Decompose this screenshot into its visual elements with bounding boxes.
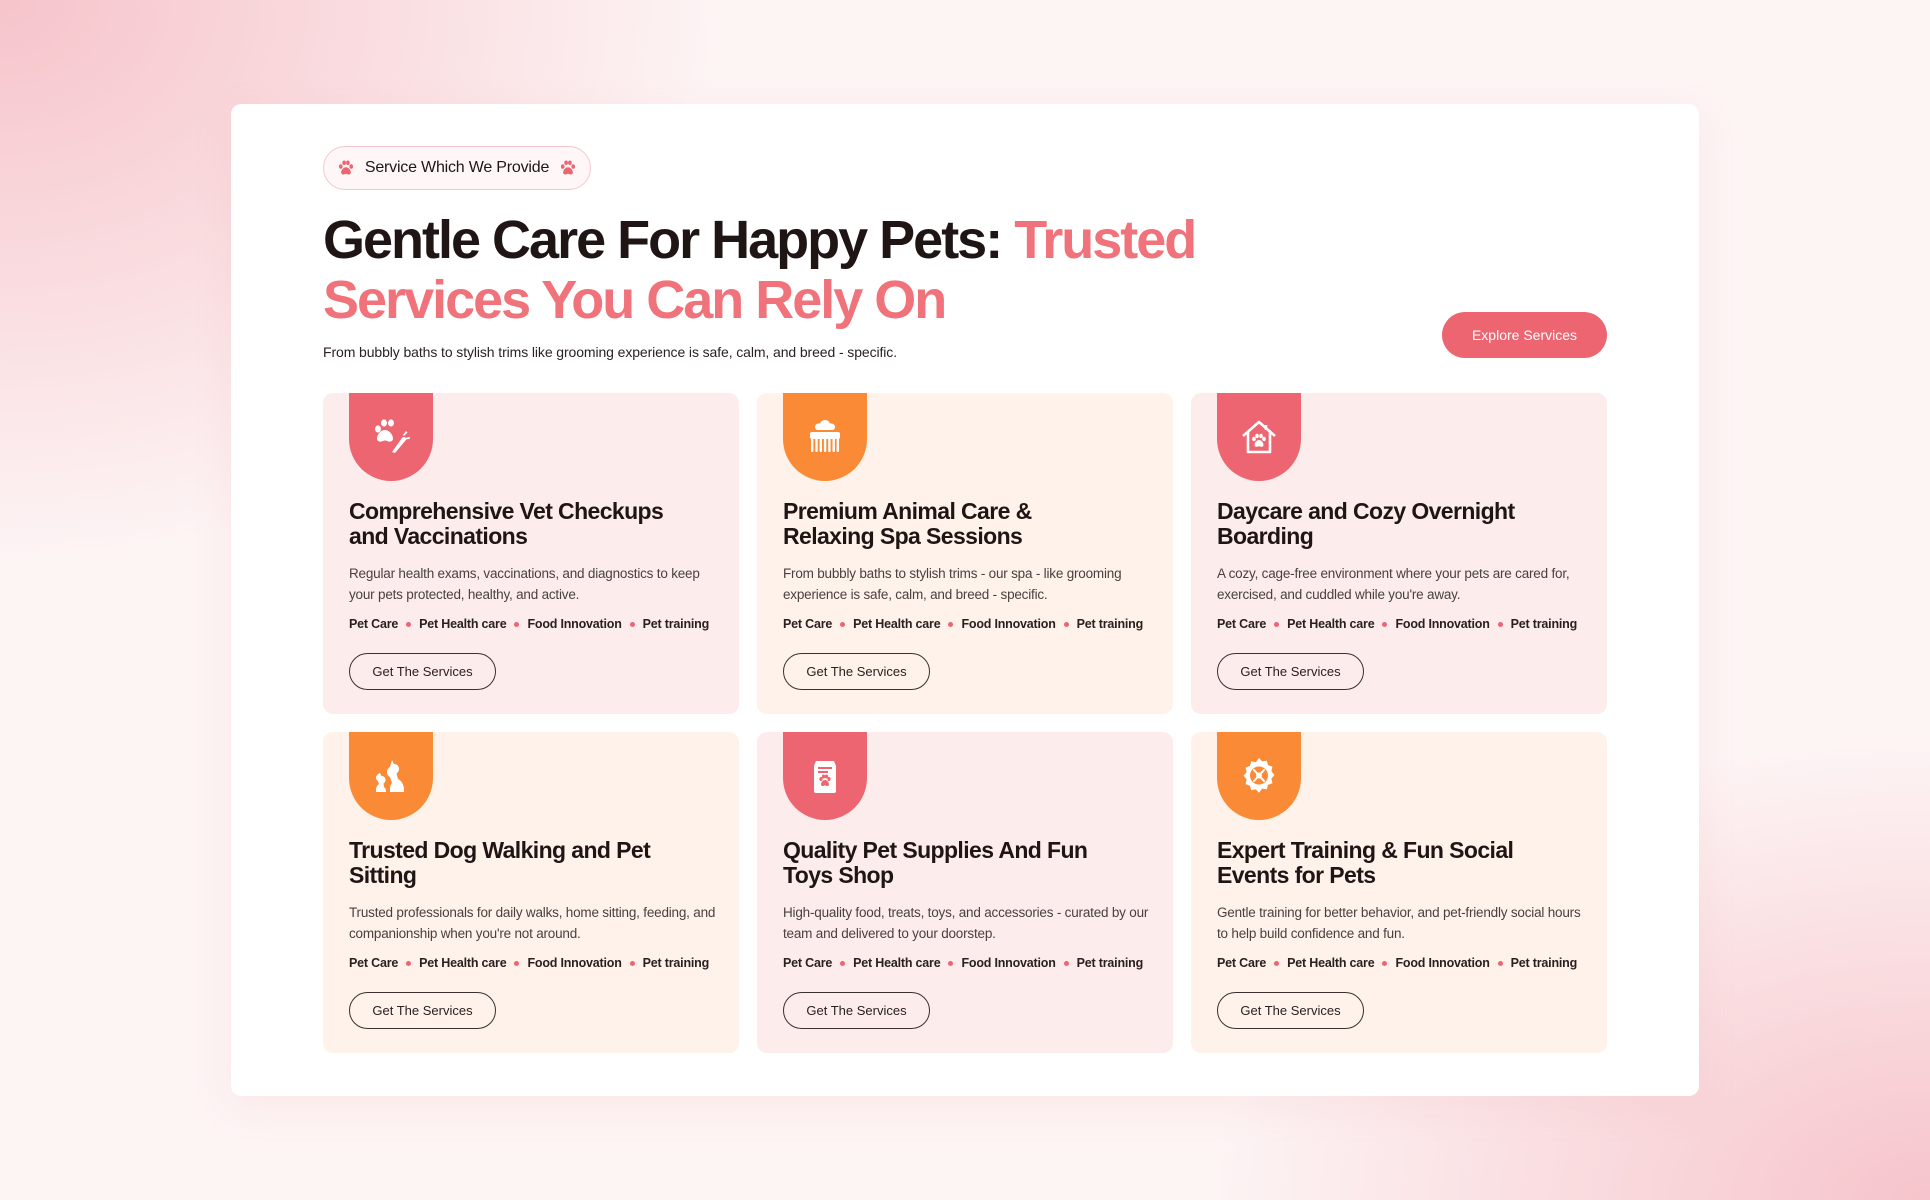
card-tags: Pet Care Pet Health care Food Innovation… — [1217, 617, 1577, 631]
card-tags: Pet Care Pet Health care Food Innovation… — [349, 617, 709, 631]
tag-separator — [948, 960, 954, 966]
badge-label: Service Which We Provide — [364, 159, 550, 176]
tag: Food Innovation — [1395, 617, 1490, 631]
explore-services-button[interactable]: Explore Services — [1442, 312, 1607, 358]
tag: Pet Care — [349, 617, 399, 631]
tag-separator — [840, 621, 846, 627]
tag-separator — [406, 621, 412, 627]
tag: Pet training — [1510, 617, 1578, 631]
tag: Pet Health care — [1287, 617, 1375, 631]
tag-separator — [1382, 960, 1388, 966]
tag-separator — [629, 960, 635, 966]
icon-tab — [1217, 393, 1301, 481]
icon-tab — [1217, 732, 1301, 820]
service-card-training-events: Expert Training & Fun Social Events for … — [1191, 732, 1607, 1053]
icon-tab — [783, 393, 867, 481]
section-badge: Service Which We Provide — [323, 146, 591, 190]
tag-separator — [514, 621, 520, 627]
tag: Pet training — [642, 617, 710, 631]
tag-separator — [1382, 621, 1388, 627]
tag-separator — [406, 960, 412, 966]
get-services-button[interactable]: Get The Services — [349, 992, 496, 1029]
tag-separator — [1274, 960, 1280, 966]
get-services-button[interactable]: Get The Services — [1217, 653, 1364, 690]
tag-separator — [840, 960, 846, 966]
tag-separator — [1274, 621, 1280, 627]
paw-icon — [338, 160, 353, 175]
tag: Food Innovation — [961, 617, 1056, 631]
pet-house-icon — [1242, 420, 1276, 454]
tag: Food Innovation — [527, 956, 622, 970]
get-services-button[interactable]: Get The Services — [783, 653, 930, 690]
paw-carrot-icon — [375, 419, 410, 453]
grooming-comb-icon — [810, 420, 840, 452]
card-tags: Pet Care Pet Health care Food Innovation… — [1217, 956, 1577, 970]
card-description: From bubbly baths to stylish trims - our… — [783, 566, 1122, 602]
tag: Pet training — [1510, 956, 1578, 970]
card-description: High-quality food, treats, toys, and acc… — [783, 905, 1149, 941]
dog-cat-icon — [376, 760, 404, 792]
card-description: Regular health exams, vaccinations, and … — [349, 566, 700, 602]
tag: Pet Health care — [1287, 956, 1375, 970]
service-card-vet-checkups: Comprehensive Vet Checkups and Vaccinati… — [323, 393, 739, 714]
icon-tab — [349, 393, 433, 481]
tag: Pet training — [642, 956, 710, 970]
service-card-supplies-shop: Quality Pet Supplies And Fun Toys Shop H… — [757, 732, 1173, 1053]
services-panel: Service Which We Provide Gentle Care For… — [231, 104, 1699, 1096]
card-tags: Pet Care Pet Health care Food Innovation… — [349, 956, 709, 970]
tag: Pet Health care — [419, 956, 507, 970]
tag-separator — [1063, 621, 1069, 627]
get-services-button[interactable]: Get The Services — [349, 653, 496, 690]
tag: Pet Care — [783, 617, 833, 631]
tag-separator — [629, 621, 635, 627]
card-title: Quality Pet Supplies And Fun Toys Shop — [783, 837, 1088, 888]
training-badge-icon — [1243, 758, 1275, 793]
card-title: Expert Training & Fun Social Events for … — [1217, 837, 1514, 888]
card-description: A cozy, cage-free environment where your… — [1217, 566, 1570, 602]
tag: Pet Care — [783, 956, 833, 970]
card-title: Daycare and Cozy Overnight Boarding — [1217, 498, 1515, 549]
tag: Pet Health care — [853, 956, 941, 970]
page-subtitle: From bubbly baths to stylish trims like … — [323, 344, 897, 360]
get-services-button[interactable]: Get The Services — [783, 992, 930, 1029]
tag: Food Innovation — [527, 617, 622, 631]
card-description: Trusted professionals for daily walks, h… — [349, 905, 716, 941]
service-card-dog-walking: Trusted Dog Walking and Pet Sitting Trus… — [323, 732, 739, 1053]
tag: Pet Care — [1217, 617, 1267, 631]
tag: Pet Care — [349, 956, 399, 970]
headline-dark: Gentle Care For Happy Pets: — [323, 210, 1015, 270]
card-title: Premium Animal Care & Relaxing Spa Sessi… — [783, 498, 1032, 549]
service-card-daycare-boarding: Daycare and Cozy Overnight Boarding A co… — [1191, 393, 1607, 714]
icon-tab — [783, 732, 867, 820]
tag-separator — [1063, 960, 1069, 966]
card-tags: Pet Care Pet Health care Food Innovation… — [783, 956, 1143, 970]
tag-separator — [1497, 621, 1503, 627]
card-description: Gentle training for better behavior, and… — [1217, 905, 1581, 941]
tag-separator — [948, 621, 954, 627]
tag: Pet Health care — [419, 617, 507, 631]
card-tags: Pet Care Pet Health care Food Innovation… — [783, 617, 1143, 631]
service-card-spa-sessions: Premium Animal Care & Relaxing Spa Sessi… — [757, 393, 1173, 714]
card-title: Comprehensive Vet Checkups and Vaccinati… — [349, 498, 664, 549]
icon-tab — [349, 732, 433, 820]
card-title: Trusted Dog Walking and Pet Sitting — [349, 837, 651, 888]
tag: Pet training — [1076, 617, 1144, 631]
tag: Pet Care — [1217, 956, 1267, 970]
tag: Pet training — [1076, 956, 1144, 970]
paw-icon — [561, 160, 576, 175]
tag-separator — [1497, 960, 1503, 966]
tag: Pet Health care — [853, 617, 941, 631]
tag: Food Innovation — [961, 956, 1056, 970]
tag-separator — [514, 960, 520, 966]
services-grid: Comprehensive Vet Checkups and Vaccinati… — [323, 393, 1607, 1053]
page-title: Gentle Care For Happy Pets: Trusted Serv… — [323, 210, 1223, 330]
pet-food-bag-icon — [814, 761, 836, 793]
get-services-button[interactable]: Get The Services — [1217, 992, 1364, 1029]
tag: Food Innovation — [1395, 956, 1490, 970]
